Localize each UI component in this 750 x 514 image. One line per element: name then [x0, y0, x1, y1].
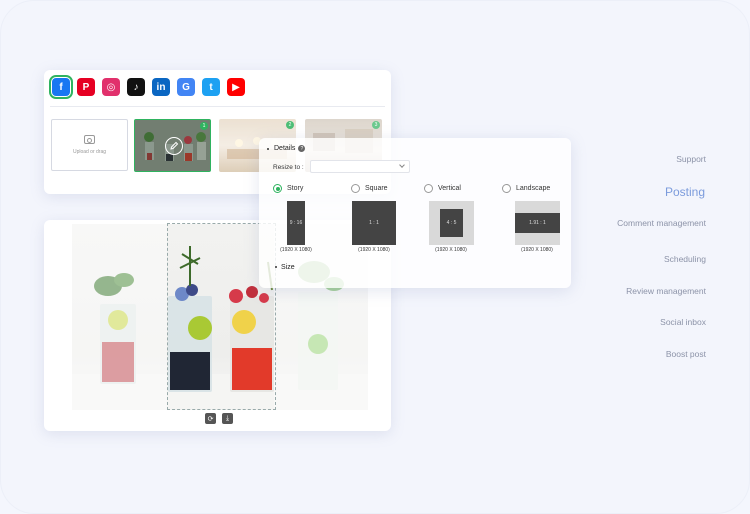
option-landscape[interactable]: Landscape: [502, 184, 550, 193]
thumbnail-badge: 1: [200, 122, 208, 130]
resize-select[interactable]: [310, 160, 410, 173]
thumbnail-badge: 2: [286, 121, 294, 129]
help-icon[interactable]: ?: [298, 145, 306, 152]
square-preview[interactable]: 1 : 1: [352, 201, 396, 245]
twitter-icon[interactable]: t: [202, 78, 220, 96]
landscape-radio[interactable]: [502, 184, 511, 193]
story-dimensions: (1920 X 1080): [280, 247, 312, 253]
upload-dropzone[interactable]: Upload or drag: [51, 119, 128, 171]
option-story[interactable]: Story: [273, 184, 303, 193]
pinterest-icon[interactable]: P: [77, 78, 95, 96]
square-label: Square: [365, 185, 388, 192]
google-icon[interactable]: G: [177, 78, 195, 96]
rotate-icon[interactable]: ⟳: [205, 413, 216, 424]
nav-item-comment-management[interactable]: Comment management: [617, 218, 706, 228]
vertical-ratio: 4 : 5: [440, 209, 463, 237]
story-preview[interactable]: 9 : 16: [278, 201, 314, 245]
thumbnail-badge: 3: [372, 121, 380, 129]
landscape-ratio: 1.91 : 1: [515, 213, 560, 233]
details-title: Details: [274, 145, 296, 152]
facebook-icon[interactable]: f: [49, 75, 73, 99]
story-radio[interactable]: [273, 184, 282, 193]
chevron-down-icon: [399, 162, 405, 168]
landscape-label: Landscape: [516, 185, 551, 192]
option-square[interactable]: Square: [351, 184, 388, 193]
linkedin-icon[interactable]: in: [152, 78, 170, 96]
social-network-row: f P ◎ ♪ in Gt ▶: [49, 75, 245, 99]
square-ratio: 1 : 1: [352, 201, 396, 245]
crop-outside-mask-left: [72, 224, 167, 410]
media-thumbnail-1[interactable]: 1: [134, 119, 211, 172]
story-label: Story: [287, 185, 304, 192]
vertical-preview[interactable]: 4 : 5: [429, 201, 474, 245]
landscape-preview[interactable]: 1.91 : 1: [515, 201, 560, 245]
story-ratio: 9 : 16: [287, 201, 305, 245]
edit-pencil-icon[interactable]: [165, 137, 183, 155]
resize-label: Resize to :: [273, 164, 304, 171]
divider: [50, 106, 385, 107]
nav-item-review-management[interactable]: Review management: [626, 286, 706, 296]
upload-label: Upload or drag: [72, 149, 107, 155]
size-label: Size: [275, 264, 295, 271]
camera-add-icon: [84, 135, 95, 144]
nav-item-social-inbox[interactable]: Social inbox: [660, 317, 706, 327]
option-vertical[interactable]: Vertical: [424, 184, 461, 193]
download-icon[interactable]: ⤓: [222, 413, 233, 424]
nav-item-support[interactable]: Support: [676, 154, 706, 164]
bullet: [267, 147, 269, 150]
vertical-dimensions: (1920 X 1080): [435, 247, 467, 253]
vertical-radio[interactable]: [424, 184, 433, 193]
image-actions: ⟳ ⤓: [205, 413, 233, 424]
tiktok-icon[interactable]: ♪: [127, 78, 145, 96]
square-dimensions: (1920 X 1080): [358, 247, 390, 253]
instagram-icon[interactable]: ◎: [102, 78, 120, 96]
details-heading: Details ?: [267, 145, 306, 152]
square-radio[interactable]: [351, 184, 360, 193]
nav-item-boost-post[interactable]: Boost post: [666, 349, 706, 359]
youtube-icon[interactable]: ▶: [227, 78, 245, 96]
vertical-label: Vertical: [438, 185, 461, 192]
nav-item-scheduling[interactable]: Scheduling: [664, 254, 706, 264]
landscape-dimensions: (1920 X 1080): [521, 247, 553, 253]
nav-item-posting[interactable]: Posting: [665, 185, 705, 199]
resize-details-panel: Details ? Resize to : Story Square Verti…: [259, 138, 571, 288]
